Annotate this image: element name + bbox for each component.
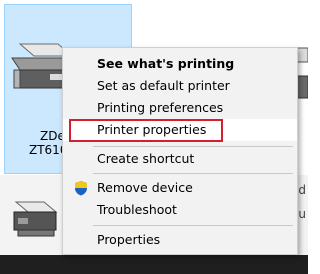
menu-item-label: Printer properties xyxy=(97,122,207,137)
menu-item-properties[interactable]: Properties xyxy=(63,229,297,251)
menu-item-label: Set as default printer xyxy=(97,78,230,93)
taskbar-strip xyxy=(0,255,308,274)
menu-item-create-shortcut[interactable]: Create shortcut xyxy=(63,148,297,170)
menu-item-label: See what's printing xyxy=(97,56,235,71)
menu-item-label: Troubleshoot xyxy=(97,202,177,217)
menu-item-label: Properties xyxy=(97,232,161,247)
menu-separator xyxy=(93,225,293,226)
shield-icon xyxy=(75,181,87,196)
menu-separator xyxy=(93,173,293,174)
menu-item-label: Printing preferences xyxy=(97,100,224,115)
menu-item-troubleshoot[interactable]: Troubleshoot xyxy=(63,199,297,221)
menu-item-see-whats-printing[interactable]: See what's printing xyxy=(63,53,297,75)
context-menu: See what's printing Set as default print… xyxy=(62,47,298,255)
menu-item-label: Remove device xyxy=(97,180,193,195)
menu-item-remove-device[interactable]: Remove device xyxy=(63,177,297,199)
menu-item-printing-preferences[interactable]: Printing preferences xyxy=(63,97,297,119)
device-icon xyxy=(13,201,58,237)
menu-item-label: Create shortcut xyxy=(97,151,195,166)
menu-item-printer-properties[interactable]: Printer properties xyxy=(63,119,297,141)
menu-separator xyxy=(93,146,293,147)
menu-item-set-default-printer[interactable]: Set as default printer xyxy=(63,75,297,97)
